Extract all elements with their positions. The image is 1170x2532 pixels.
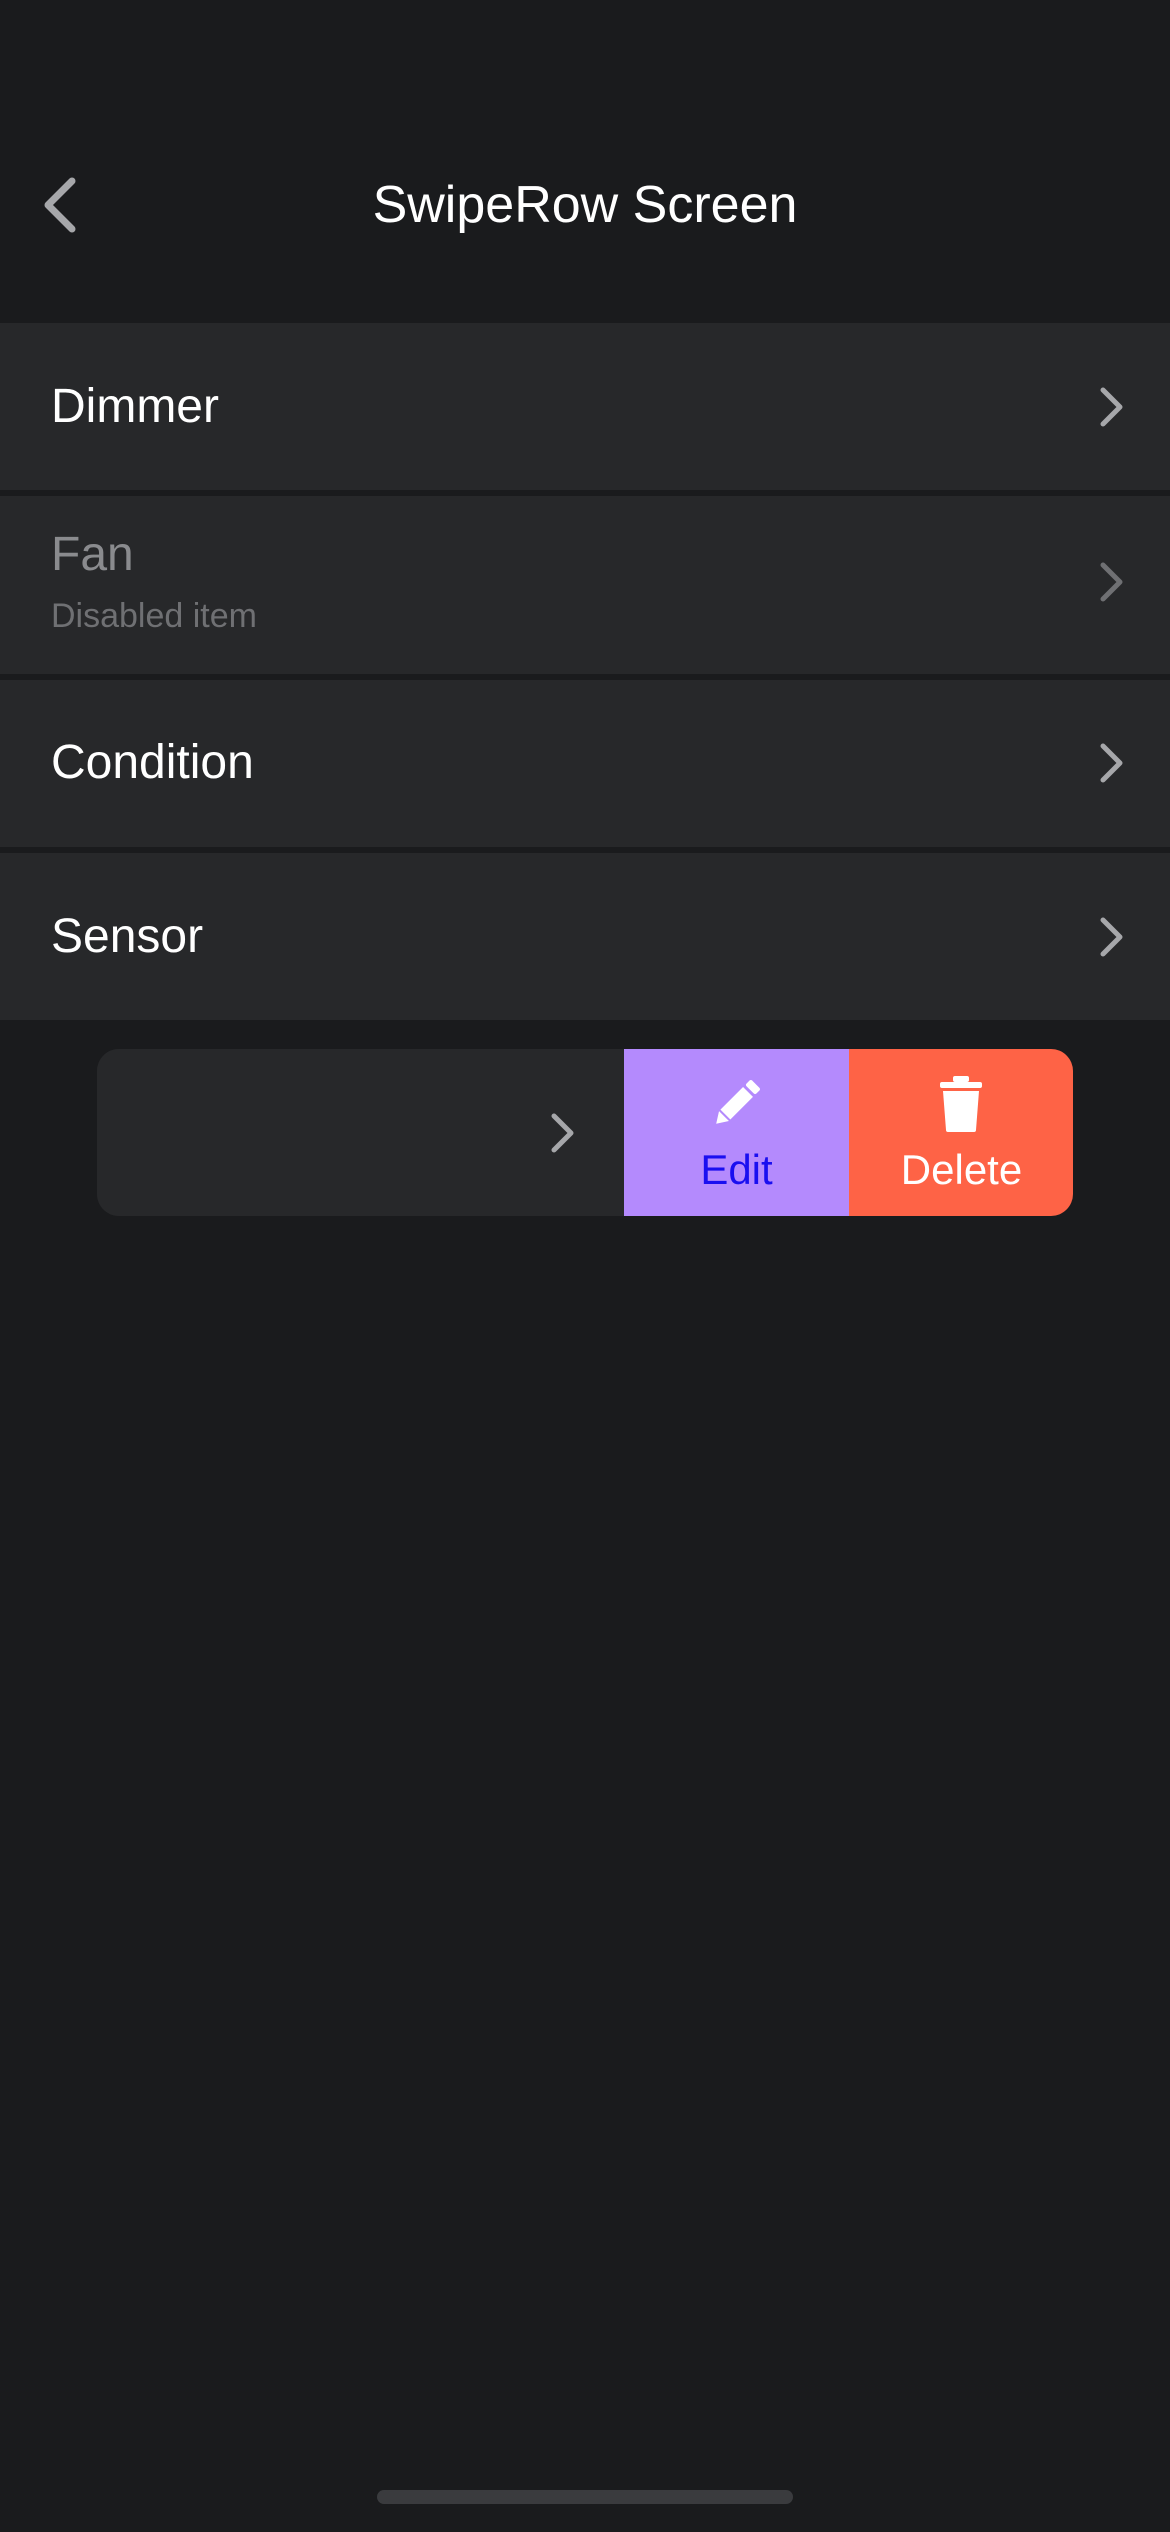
list-item-title: Fan (51, 528, 134, 581)
page-title: SwipeRow Screen (372, 176, 798, 234)
navigation-header: SwipeRow Screen (0, 0, 1170, 323)
list-item-fan: Fan Disabled item (0, 496, 1170, 674)
list-item-title: Condition (51, 736, 254, 789)
swipe-row-front[interactable] (97, 1049, 624, 1216)
list-item-condition[interactable]: Condition (0, 680, 1170, 847)
delete-button[interactable]: Delete (849, 1049, 1073, 1216)
chevron-right-icon (1100, 917, 1123, 957)
delete-label: Delete (900, 1146, 1023, 1193)
list-item-title: Sensor (51, 910, 204, 963)
edit-label: Edit (700, 1146, 773, 1193)
list-item-subtitle: Disabled item (51, 597, 257, 635)
pencil-icon (716, 1080, 760, 1124)
chevron-right-icon (1100, 562, 1123, 602)
list-item-title: Dimmer (51, 380, 219, 433)
chevron-right-icon (551, 1113, 574, 1153)
swipe-row[interactable]: Edit Delete (97, 1049, 1073, 1216)
list-item-sensor[interactable]: Sensor (0, 853, 1170, 1020)
trash-icon (940, 1076, 982, 1132)
home-indicator (377, 2490, 793, 2504)
chevron-right-icon (1100, 387, 1123, 427)
chevron-right-icon (1100, 743, 1123, 783)
edit-button[interactable]: Edit (624, 1049, 849, 1216)
list-item-dimmer[interactable]: Dimmer (0, 323, 1170, 490)
